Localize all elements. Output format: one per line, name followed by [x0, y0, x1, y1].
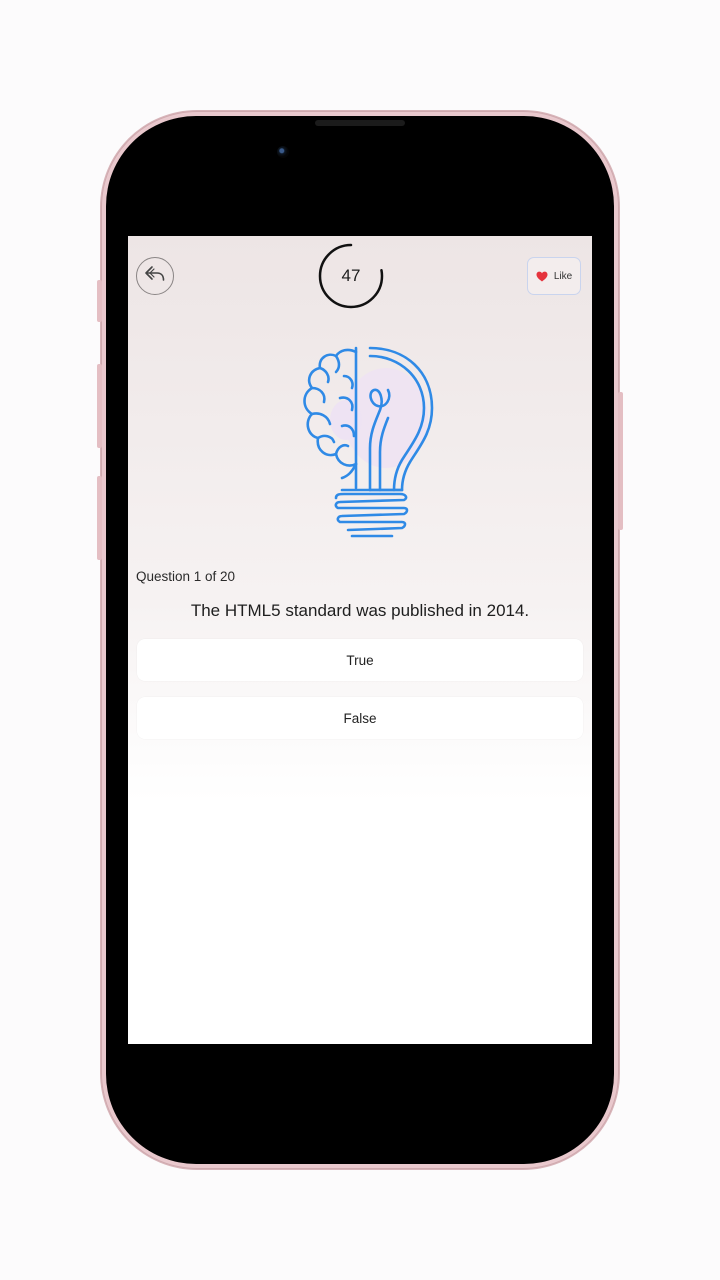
- brain-lightbulb-icon: [288, 340, 438, 540]
- answer-option-false[interactable]: False: [137, 697, 583, 739]
- answer-option-label: False: [343, 710, 377, 726]
- reply-arrow-icon: [144, 265, 166, 287]
- phone-volume-down-button: [97, 476, 102, 560]
- back-button[interactable]: [136, 257, 174, 295]
- quiz-screen: 47 Like Question 1 of 20 The HTML5 stand…: [128, 236, 592, 1044]
- heart-icon: [536, 267, 548, 286]
- phone-power-button: [618, 392, 623, 530]
- timer-value: 47: [341, 266, 361, 285]
- countdown-timer: 47: [316, 241, 386, 311]
- like-button[interactable]: Like: [527, 257, 581, 295]
- camera-icon: [277, 146, 289, 158]
- answer-option-label: True: [346, 652, 374, 668]
- question-counter: Question 1 of 20: [136, 569, 236, 584]
- question-text: The HTML5 standard was published in 2014…: [190, 601, 530, 620]
- phone-speaker: [315, 120, 405, 126]
- phone-action-button: [97, 280, 102, 322]
- phone-volume-up-button: [97, 364, 102, 448]
- answer-option-true[interactable]: True: [137, 639, 583, 681]
- like-label: Like: [553, 270, 573, 282]
